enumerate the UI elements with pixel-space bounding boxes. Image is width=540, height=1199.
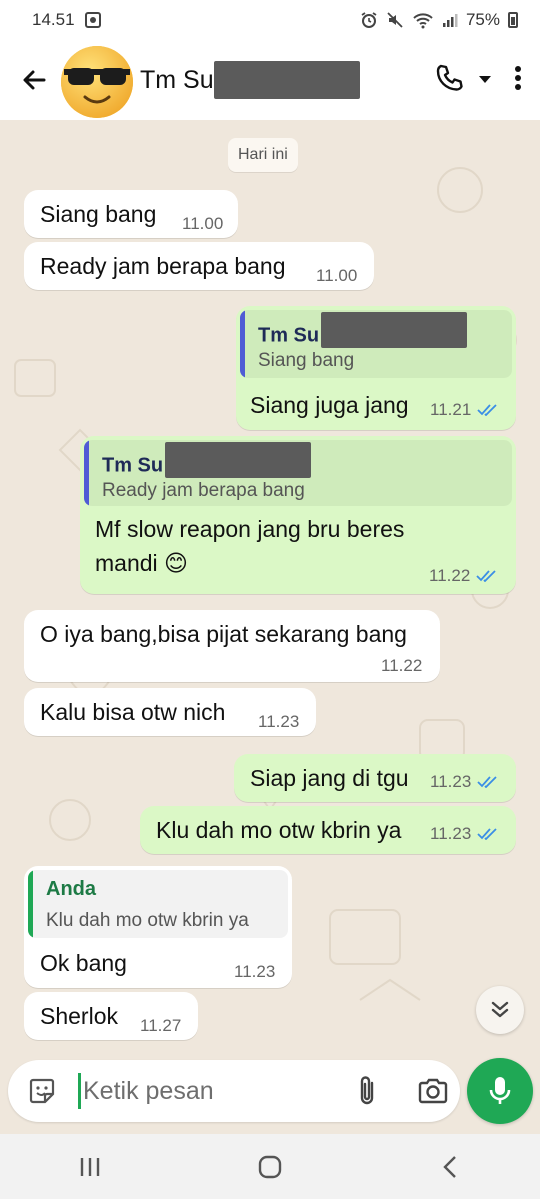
back-arrow-icon[interactable] xyxy=(10,56,58,104)
double-check-icon xyxy=(477,828,497,840)
quote-text: Siang bang xyxy=(258,350,355,371)
attach-icon[interactable] xyxy=(347,1071,387,1111)
recents-icon[interactable] xyxy=(60,1147,120,1187)
message-time: 11.22 xyxy=(381,656,423,675)
alarm-icon xyxy=(360,11,378,29)
message-text: Klu dah mo otw kbrin ya xyxy=(156,817,402,843)
date-chip: Hari ini xyxy=(228,138,298,172)
message-text: Mf slow reapon jang bru beres xyxy=(95,516,405,542)
double-check-icon xyxy=(477,776,497,788)
message-incoming[interactable]: Kalu bisa otw nich 11.23 xyxy=(24,688,316,736)
message-meta: 11.23 xyxy=(430,824,499,844)
text-caret xyxy=(78,1073,81,1109)
message-text: Sherlok xyxy=(40,1003,118,1029)
camera-icon[interactable] xyxy=(413,1071,453,1111)
quote-sender: Tm Su xyxy=(258,312,468,354)
message-text: Kalu bisa otw nich xyxy=(40,699,226,725)
redaction-block xyxy=(213,61,360,99)
contact-name: Tm Su xyxy=(140,65,214,94)
message-text: Siap jang di tgu xyxy=(250,765,409,791)
message-time: 11.21 xyxy=(430,400,472,419)
message-time: 11.23 xyxy=(430,772,472,791)
battery-icon xyxy=(508,12,518,28)
redaction-block xyxy=(321,312,468,348)
double-check-icon xyxy=(477,404,497,416)
message-text: Ok bang xyxy=(40,950,127,976)
chat-area[interactable]: Hari ini Siang bang 11.00 Ready jam bera… xyxy=(0,120,540,1060)
double-check-icon xyxy=(476,570,496,582)
message-time: 11.00 xyxy=(182,214,224,233)
chat-header: Tm Su xyxy=(0,40,540,120)
mute-icon xyxy=(386,11,404,29)
message-time: 11.23 xyxy=(234,962,276,981)
phone-icon[interactable] xyxy=(434,63,464,98)
status-bar: 14.51 75% xyxy=(0,0,540,40)
message-time: 11.23 xyxy=(258,712,300,731)
message-text: Siang bang xyxy=(40,201,157,227)
status-icons: 75% xyxy=(360,10,518,30)
message-time: 11.00 xyxy=(316,266,358,285)
mic-button[interactable] xyxy=(467,1058,533,1124)
system-nav-bar xyxy=(0,1134,540,1199)
message-incoming[interactable]: Siang bang 11.00 xyxy=(24,190,238,238)
back-nav-icon[interactable] xyxy=(420,1147,480,1187)
smile-emoji: 😊 xyxy=(164,550,189,576)
message-time: 11.22 xyxy=(429,566,471,585)
message-meta: 11.22 xyxy=(429,566,498,586)
quote-text: Ready jam berapa bang xyxy=(102,480,305,501)
wifi-icon xyxy=(412,11,434,29)
message-time: 11.23 xyxy=(430,824,472,843)
quote-sender: Anda xyxy=(46,878,96,900)
message-outgoing[interactable]: Tm Su Siang bang Siang juga jang 11.21 xyxy=(236,306,516,430)
message-outgoing[interactable]: Siap jang di tgu 11.23 xyxy=(234,754,516,802)
battery-percent: 75% xyxy=(465,10,500,29)
message-meta: 11.23 xyxy=(430,772,499,792)
home-icon[interactable] xyxy=(240,1147,300,1187)
quoted-message[interactable]: Anda Klu dah mo otw kbrin ya xyxy=(28,870,288,938)
message-outgoing[interactable]: Tm Su Ready jam berapa bang Mf slow reap… xyxy=(80,436,516,594)
message-meta: 11.21 xyxy=(430,400,499,420)
message-text: Ready jam berapa bang xyxy=(40,253,286,279)
sticker-icon[interactable] xyxy=(20,1069,64,1113)
contact-title[interactable]: Tm Su xyxy=(140,61,360,99)
mic-icon xyxy=(489,1077,511,1104)
message-time: 11.27 xyxy=(140,1016,182,1035)
signal-icon xyxy=(442,12,458,28)
message-incoming[interactable]: Anda Klu dah mo otw kbrin ya Ok bang 11.… xyxy=(24,866,292,988)
quoted-message[interactable]: Tm Su Siang bang xyxy=(240,310,512,378)
message-incoming[interactable]: Sherlok 11.27 xyxy=(24,992,198,1040)
more-vert-icon[interactable] xyxy=(514,65,522,96)
message-outgoing[interactable]: Klu dah mo otw kbrin ya 11.23 xyxy=(140,806,516,854)
message-input-bar xyxy=(8,1060,460,1122)
message-incoming[interactable]: O iya bang,bisa pijat sekarang bang 11.2… xyxy=(24,610,440,682)
quoted-message[interactable]: Tm Su Ready jam berapa bang xyxy=(84,440,512,506)
quote-text: Klu dah mo otw kbrin ya xyxy=(46,910,249,931)
avatar[interactable] xyxy=(58,41,136,119)
dropdown-icon[interactable] xyxy=(478,71,492,89)
message-text: Siang juga jang xyxy=(250,392,409,418)
status-time: 14.51 xyxy=(32,10,75,29)
quote-sender: Tm Su xyxy=(102,442,312,484)
message-input[interactable] xyxy=(83,1076,323,1106)
notification-icon xyxy=(84,12,101,28)
message-text-line2: mandi 😊 xyxy=(95,550,189,576)
message-text: O iya bang,bisa pijat sekarang bang xyxy=(40,621,407,647)
double-chevron-down-icon xyxy=(491,1001,509,1018)
scroll-to-bottom-button[interactable] xyxy=(476,986,524,1034)
message-incoming[interactable]: Ready jam berapa bang 11.00 xyxy=(24,242,374,290)
redaction-block xyxy=(165,442,312,478)
